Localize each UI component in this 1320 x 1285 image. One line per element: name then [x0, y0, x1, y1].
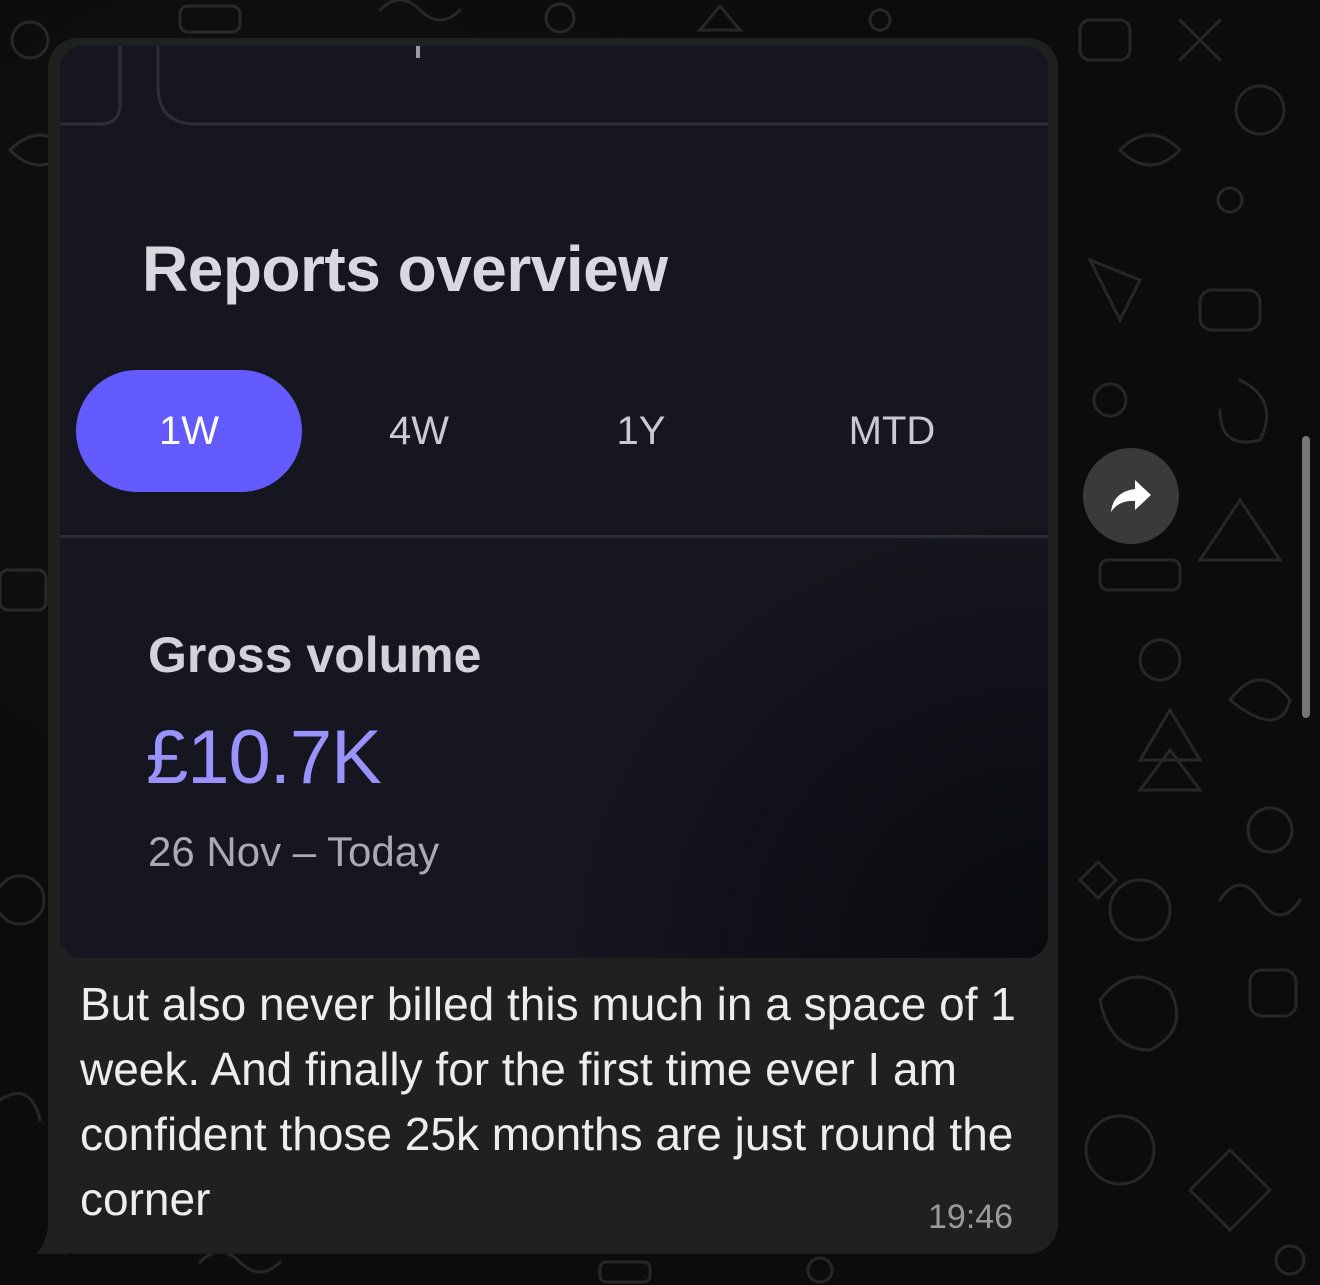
forward-arrow-icon — [1111, 480, 1151, 512]
section-divider — [60, 535, 1048, 538]
attached-screenshot[interactable]: Reports overview 1W 4W 1Y MTD Gross volu… — [60, 46, 1048, 958]
bubble-tail — [36, 1210, 68, 1254]
scrollbar[interactable] — [1302, 436, 1310, 718]
message-text: But also never billed this much in a spa… — [80, 978, 1016, 1225]
date-range: 26 Nov – Today — [148, 828, 440, 875]
gross-volume-label: Gross volume — [148, 627, 482, 683]
forward-button[interactable] — [1083, 448, 1179, 544]
top-card-fragment — [60, 46, 1048, 126]
gross-volume-value: £10.7K — [146, 715, 382, 800]
tab-4w[interactable]: 4W — [366, 370, 472, 492]
message-timestamp: 19:46 — [928, 1198, 1014, 1236]
screenshot-shadow — [60, 46, 1048, 958]
tab-1y[interactable]: 1Y — [596, 370, 686, 492]
chat-background: Reports overview 1W 4W 1Y MTD Gross volu… — [0, 0, 1320, 1285]
reports-overview-title: Reports overview — [142, 233, 668, 305]
tab-1w[interactable]: 1W — [76, 370, 302, 492]
tab-mtd[interactable]: MTD — [824, 370, 960, 492]
period-tabs: 1W 4W 1Y MTD — [76, 370, 1036, 492]
